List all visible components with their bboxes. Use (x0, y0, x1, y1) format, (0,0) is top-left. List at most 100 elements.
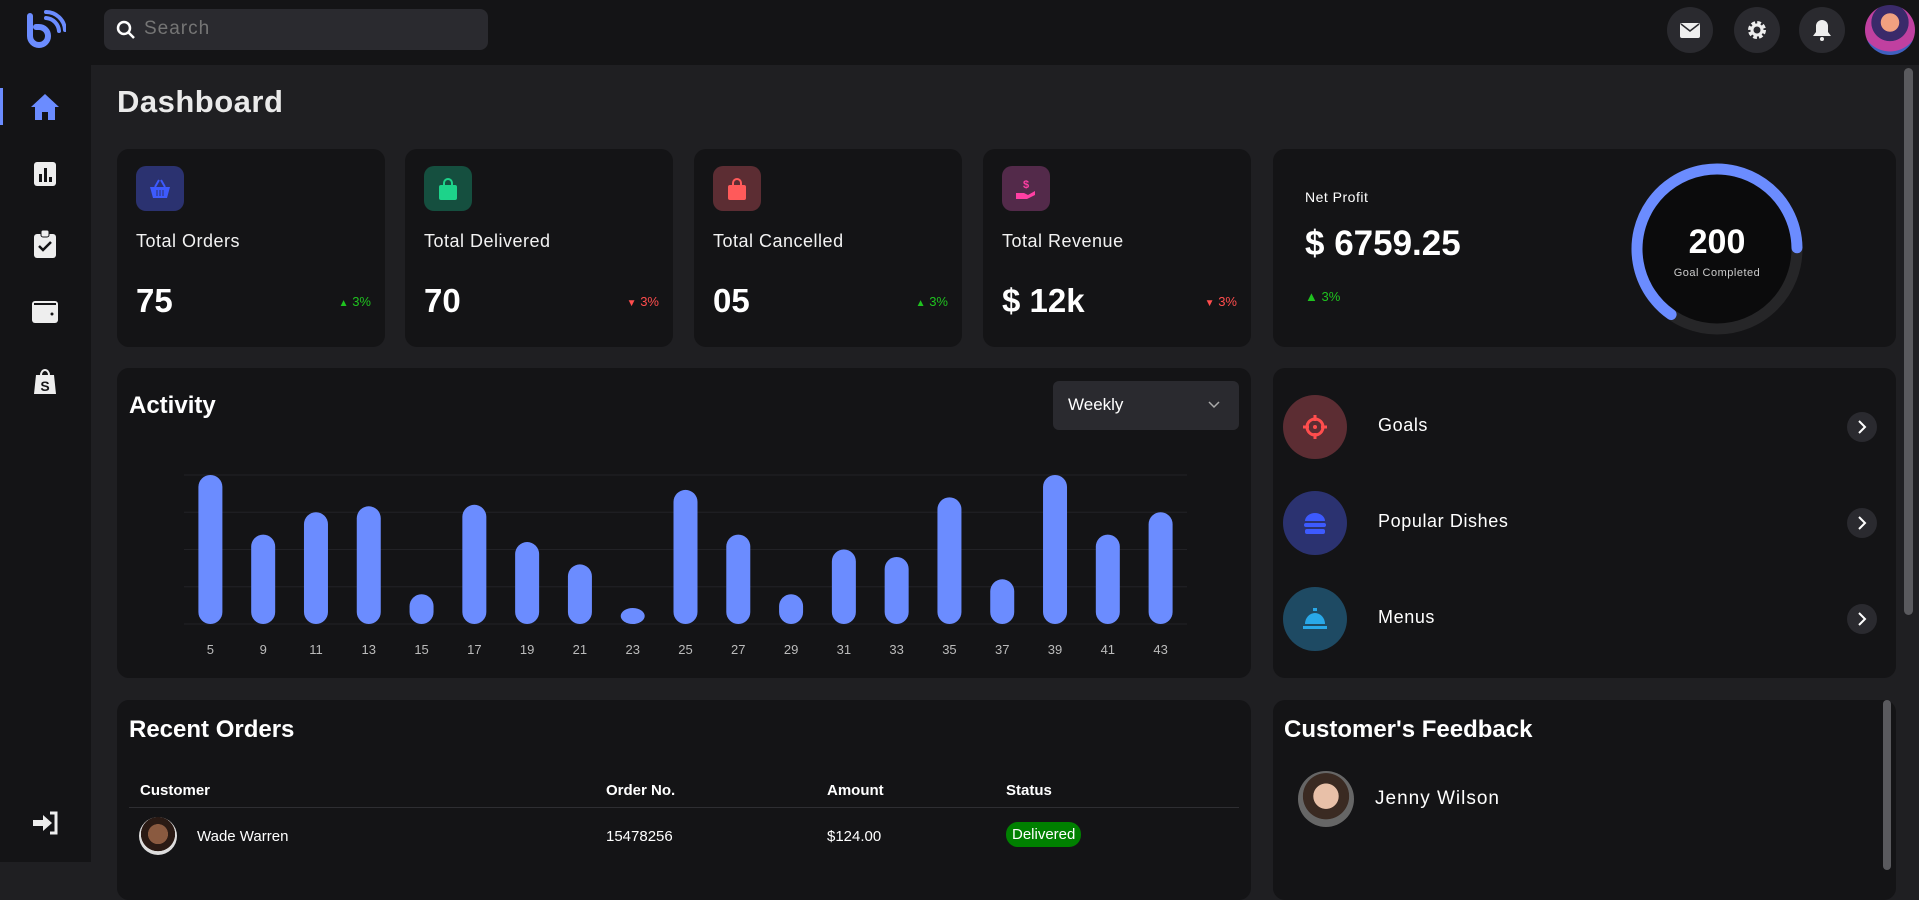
x-tick-label: 19 (520, 642, 534, 657)
x-tick-label: 41 (1101, 642, 1115, 657)
x-tick-label: 5 (207, 642, 214, 657)
quick-link-label: Popular Dishes (1378, 511, 1509, 531)
top-bar (91, 0, 1919, 65)
basket-icon (136, 166, 184, 211)
x-tick-label: 35 (942, 642, 956, 657)
page-scrollbar[interactable] (1904, 68, 1913, 615)
bar-41[interactable] (1095, 534, 1120, 624)
bar-39[interactable] (1043, 475, 1068, 624)
bar-35[interactable] (937, 497, 962, 624)
bar-27[interactable] (726, 534, 751, 624)
chevron-right-button[interactable] (1847, 604, 1877, 634)
bar-37[interactable] (990, 579, 1015, 624)
trend-up-icon: ▲ (338, 298, 349, 309)
stat-title: Total Revenue (1002, 231, 1124, 251)
recent-orders-title: Recent Orders (129, 716, 295, 743)
x-tick-label: 23 (625, 642, 639, 657)
sidebar-item-analytics[interactable] (29, 158, 61, 190)
bar-31[interactable] (831, 549, 856, 625)
sidebar-item-wallet[interactable] (29, 295, 61, 327)
sidebar: S (0, 0, 91, 862)
stat-value: 05 (713, 282, 750, 319)
chevron-right-icon (1858, 612, 1867, 626)
bar-13[interactable] (356, 506, 381, 624)
wallet-icon (32, 301, 58, 323)
column-header-order-no[interactable]: Order No. (606, 782, 675, 799)
status-badge: Delivered (1006, 822, 1082, 847)
column-header-status[interactable]: Status (1006, 782, 1052, 799)
x-tick-label: 11 (309, 642, 323, 657)
quick-link-item[interactable]: Goals (1283, 395, 1883, 459)
net-profit-change: ▲ 3% (1305, 289, 1340, 304)
cloche-icon (1283, 587, 1347, 651)
reviewer-avatar (1298, 771, 1354, 827)
x-tick-label: 17 (467, 642, 481, 657)
bar-29[interactable] (779, 594, 804, 624)
bar-43[interactable] (1148, 512, 1173, 624)
feedback-title: Customer's Feedback (1284, 716, 1533, 743)
stat-value: 70 (424, 282, 461, 319)
crosshair-icon (1283, 395, 1347, 459)
bar-17[interactable] (462, 504, 487, 624)
user-avatar[interactable] (1865, 5, 1915, 55)
column-header-amount[interactable]: Amount (827, 782, 884, 799)
x-tick-label: 21 (573, 642, 587, 657)
stat-title: Total Orders (136, 231, 241, 251)
stat-card: Total Delivered 70 ▼ 3% (405, 149, 673, 347)
notifications-button[interactable] (1799, 7, 1845, 53)
shopping-bag-icon (713, 166, 761, 211)
bar-21[interactable] (567, 564, 592, 624)
clipboard-check-icon (34, 230, 56, 258)
bar-5[interactable] (198, 475, 223, 624)
chevron-right-icon (1858, 516, 1867, 530)
home-icon (31, 94, 59, 120)
sidebar-item-tasks[interactable] (29, 228, 61, 260)
bell-icon (1813, 20, 1831, 41)
stat-change: ▲ 3% (916, 294, 948, 309)
stat-change-value: 3% (352, 294, 371, 309)
stat-change-value: 3% (1218, 294, 1237, 309)
quick-link-label: Menus (1378, 607, 1436, 627)
bar-19[interactable] (515, 542, 540, 624)
hand-dollar-icon: $ (1002, 166, 1050, 211)
sidebar-item-shop[interactable]: S (29, 365, 61, 397)
table-divider (129, 807, 1239, 808)
recent-orders-card: Recent Orders Customer Order No. Amount … (117, 700, 1251, 900)
search-box[interactable] (104, 9, 488, 50)
bar-9[interactable] (251, 534, 276, 624)
stat-change: ▼ 3% (1205, 294, 1237, 309)
messages-button[interactable] (1667, 7, 1713, 53)
activity-card: Activity Weekly 5 9 11 13 15 17 19 21 23 25 27 29 31… (117, 368, 1251, 678)
x-tick-label: 9 (260, 642, 267, 657)
quick-link-item[interactable]: Menus (1283, 587, 1883, 651)
bar-15[interactable] (409, 594, 434, 624)
table-row[interactable]: Wade Warren 15478256 $124.00 Delivered (117, 815, 1251, 865)
x-tick-label: 39 (1048, 642, 1062, 657)
quick-link-item[interactable]: Popular Dishes (1283, 491, 1883, 555)
chevron-right-icon (1858, 420, 1867, 434)
feedback-scrollbar[interactable] (1883, 700, 1891, 870)
bar-11[interactable] (303, 512, 328, 624)
column-header-customer[interactable]: Customer (140, 782, 210, 799)
mail-icon (1680, 22, 1700, 38)
search-icon (116, 20, 135, 39)
x-tick-label: 13 (362, 642, 376, 657)
quick-links-card: Goals Popular Dishes Menus (1273, 368, 1896, 678)
bar-33[interactable] (884, 556, 909, 624)
logout-icon (33, 811, 58, 835)
brand-logo[interactable] (24, 9, 67, 57)
search-input[interactable] (144, 15, 474, 43)
chevron-right-button[interactable] (1847, 412, 1877, 442)
stat-change-value: 3% (640, 294, 659, 309)
bar-chart-icon (34, 162, 56, 186)
bar-25[interactable] (673, 489, 698, 624)
customer-avatar (139, 817, 177, 855)
svg-text:$: $ (1023, 179, 1029, 191)
chevron-right-button[interactable] (1847, 508, 1877, 538)
bar-23[interactable] (620, 608, 645, 624)
settings-button[interactable] (1734, 7, 1780, 53)
sidebar-item-home[interactable] (29, 91, 61, 123)
x-tick-label: 43 (1153, 642, 1167, 657)
logout-button[interactable] (29, 807, 61, 839)
active-indicator (0, 88, 3, 125)
